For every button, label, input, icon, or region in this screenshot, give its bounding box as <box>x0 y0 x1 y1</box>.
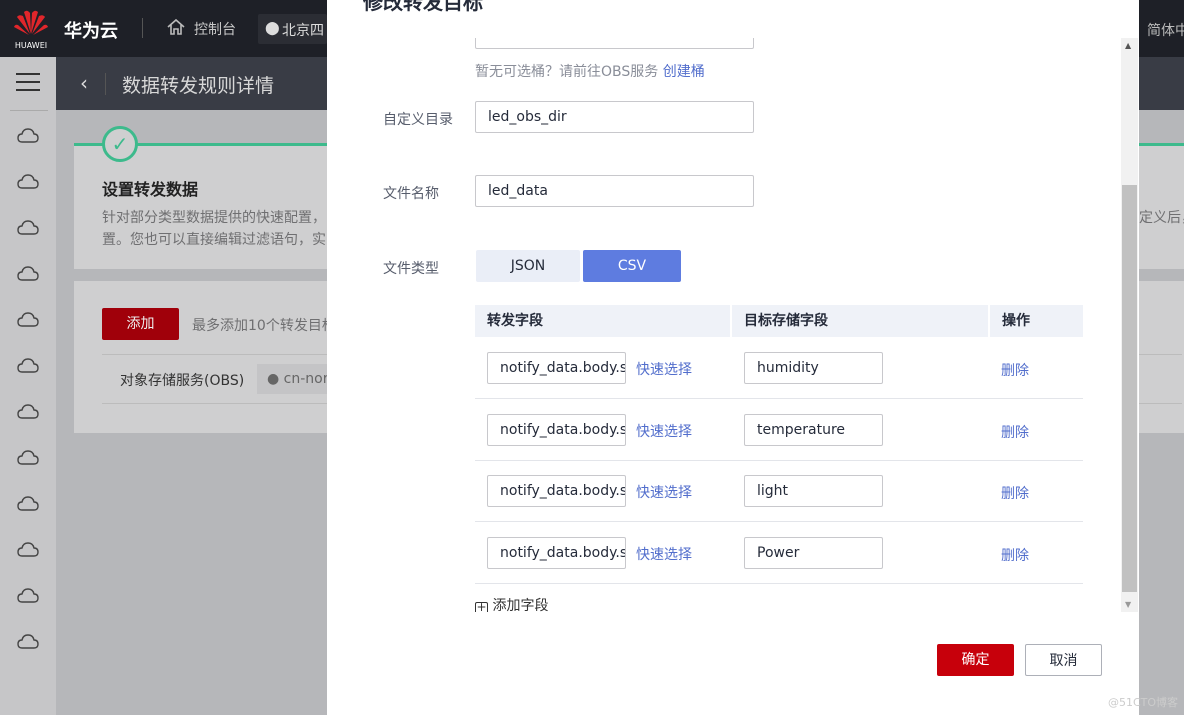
column-header-source: 转发字段 <box>475 305 730 337</box>
dir-label: 自定义目录 <box>383 112 453 128</box>
file-type-label: 文件类型 <box>383 261 439 277</box>
bucket-select[interactable] <box>475 38 754 49</box>
row-divider <box>475 398 1083 399</box>
step-desc: 定义后， <box>1139 210 1184 226</box>
row-divider <box>475 582 1083 584</box>
brand-text: HUAWEI <box>14 41 48 50</box>
cloud-upload-icon[interactable] <box>17 401 39 423</box>
language-selector[interactable]: 简体中 <box>1147 20 1184 40</box>
add-field-label: 添加字段 <box>492 598 549 612</box>
quick-select-link[interactable]: 快速选择 <box>636 359 692 379</box>
divider <box>105 73 106 95</box>
step-desc: 针对部分类型数据提供的快速配置， <box>102 210 326 226</box>
delete-row-link[interactable]: 删除 <box>1001 422 1029 442</box>
scroll-down-icon[interactable]: ▼ <box>1125 600 1131 609</box>
target-field-input[interactable]: humidity <box>744 352 883 384</box>
step-title: 设置转发数据 <box>102 180 199 199</box>
wave-icon[interactable] <box>17 263 39 285</box>
cloud-icon[interactable] <box>17 355 39 377</box>
cloud-dots-icon[interactable] <box>17 171 39 193</box>
globe-icon[interactable] <box>17 631 39 653</box>
limit-hint: 最多添加10个转发目标 <box>192 318 336 334</box>
dialog-title: 修改转发目标 <box>363 0 483 14</box>
region-label: 北京四 <box>282 23 324 39</box>
source-field-input[interactable]: notify_data.body.se <box>487 413 626 446</box>
scroll-thumb[interactable] <box>1122 185 1137 592</box>
type-csv-toggle[interactable]: CSV <box>583 250 681 282</box>
step-desc: 置。您也可以直接编辑过滤语句，实 <box>102 232 326 248</box>
rocket-icon[interactable] <box>17 493 39 515</box>
check-icon: ✓ <box>102 126 138 162</box>
menu-icon[interactable] <box>16 73 40 91</box>
location-icon: ● <box>267 371 284 387</box>
file-name-label: 文件名称 <box>383 186 439 202</box>
quick-select-link[interactable]: 快速选择 <box>636 421 692 441</box>
add-field-button[interactable]: + 添加字段 <box>475 595 548 612</box>
device-icon[interactable] <box>17 309 39 331</box>
source-field-input[interactable]: notify_data.body.se <box>487 536 626 569</box>
watermark: @51CTO博客 <box>1108 696 1179 709</box>
bucket-hint: 暂无可选桶？请前往OBS服务 <box>475 64 659 80</box>
source-field-input[interactable]: notify_data.body.se <box>487 352 626 384</box>
file-name-input[interactable]: led_data <box>475 175 754 207</box>
target-field-input[interactable]: light <box>744 475 883 507</box>
home-icon[interactable] <box>166 17 186 37</box>
cluster-icon[interactable] <box>17 585 39 607</box>
page-title: 数据转发规则详情 <box>122 75 275 97</box>
column-header-action: 操作 <box>990 305 1083 337</box>
cancel-button[interactable]: 取消 <box>1025 644 1102 676</box>
confirm-button[interactable]: 确定 <box>937 644 1014 676</box>
divider <box>10 110 48 111</box>
delete-row-link[interactable]: 删除 <box>1001 545 1029 565</box>
quick-select-link[interactable]: 快速选择 <box>636 544 692 564</box>
create-bucket-link[interactable]: 创建桶 <box>663 64 705 80</box>
huawei-logo[interactable]: HUAWEI <box>12 8 50 50</box>
target-field-input[interactable]: temperature <box>744 413 883 446</box>
console-link[interactable]: 控制台 <box>194 19 236 39</box>
delete-row-link[interactable]: 删除 <box>1001 360 1029 380</box>
target-field-input[interactable]: Power <box>744 536 883 569</box>
sidebar <box>0 57 56 715</box>
column-header-target: 目标存储字段 <box>732 305 988 337</box>
type-json-toggle[interactable]: JSON <box>476 250 580 282</box>
cloud-storage-icon[interactable] <box>17 217 39 239</box>
scrollbar[interactable]: ▲ ▼ <box>1121 38 1138 612</box>
region-selector[interactable]: ⬤ 北京四 <box>258 14 327 44</box>
delete-row-link[interactable]: 删除 <box>1001 483 1029 503</box>
cloud-down-icon[interactable] <box>17 447 39 469</box>
source-field-input[interactable]: notify_data.body.se <box>487 475 626 507</box>
quick-select-link[interactable]: 快速选择 <box>636 482 692 502</box>
plus-icon: + <box>475 601 488 612</box>
scroll-up-icon[interactable]: ▲ <box>1125 41 1131 50</box>
row-divider <box>475 459 1083 461</box>
cloud-icon[interactable] <box>17 125 39 147</box>
row-divider <box>475 521 1083 522</box>
dialog-body: ↻ 暂无可选桶？请前往OBS服务 创建桶 自定义目录 led_obs_dir 文… <box>327 38 1139 612</box>
location-icon: ⬤ <box>265 21 280 36</box>
region-tag: ● cn-nort <box>257 364 337 394</box>
ip-icon[interactable] <box>17 539 39 561</box>
add-target-button[interactable]: 添加 <box>102 308 179 340</box>
edit-target-dialog: 修改转发目标 ↻ 暂无可选桶？请前往OBS服务 创建桶 自定义目录 led_ob… <box>327 0 1139 715</box>
divider <box>142 18 143 38</box>
dir-input[interactable]: led_obs_dir <box>475 101 754 133</box>
service-name: 对象存储服务(OBS) <box>120 373 245 389</box>
site-name[interactable]: 华为云 <box>64 17 118 43</box>
refresh-icon[interactable]: ↻ <box>765 38 778 43</box>
back-icon[interactable]: ‹ <box>80 71 88 95</box>
